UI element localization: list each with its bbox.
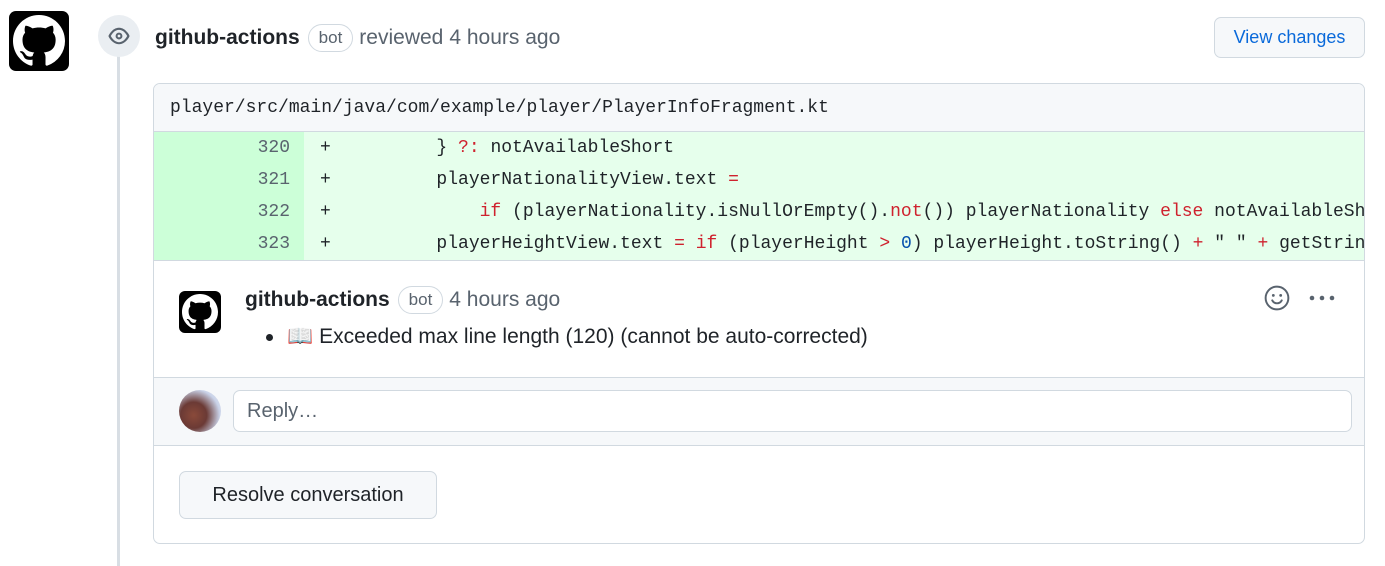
view-changes-button[interactable]: View changes <box>1214 17 1365 58</box>
line-number[interactable]: 320 <box>154 132 304 164</box>
comment-author-link[interactable]: github-actions <box>245 288 390 312</box>
comment-header: github-actions bot 4 hours ago <box>245 286 560 314</box>
code-line: playerHeightView.text = if (playerHeight… <box>350 234 1365 254</box>
review-badge <box>98 15 140 57</box>
comment-actions <box>1264 285 1336 311</box>
github-logo-icon <box>13 15 65 66</box>
diff-sign: + <box>320 138 331 158</box>
diff-hunk: 320 + } ?: notAvailableShort 321 + playe… <box>154 132 1364 260</box>
review-time[interactable]: 4 hours ago <box>449 26 560 50</box>
line-number[interactable]: 321 <box>154 164 304 196</box>
file-path[interactable]: player/src/main/java/com/example/player/… <box>154 84 1364 132</box>
add-reaction-button[interactable] <box>1264 285 1290 311</box>
list-bullet <box>266 333 273 341</box>
bot-label: bot <box>307 24 354 52</box>
code-line: if (playerNationality.isNullOrEmpty().no… <box>479 202 1365 222</box>
reply-input[interactable]: Reply… <box>233 390 1352 432</box>
resolve-conversation-button[interactable]: Resolve conversation <box>179 471 437 519</box>
github-logo-icon <box>182 294 218 330</box>
review-author-link[interactable]: github-actions <box>155 26 300 50</box>
comment-body: 📖 Exceeded max line length (120) (cannot… <box>266 325 868 349</box>
code-line: } ?: notAvailableShort <box>350 138 675 158</box>
reply-area: Reply… <box>154 377 1364 446</box>
comment-time[interactable]: 4 hours ago <box>449 288 560 312</box>
diff-sign: + <box>320 170 331 190</box>
reviewer-avatar[interactable] <box>9 11 69 71</box>
diff-line: 323 + playerHeightView.text = if (player… <box>154 228 1364 260</box>
review-comment: github-actions bot 4 hours ago 📖 Exceede… <box>154 260 1364 377</box>
diff-line: 320 + } ?: notAvailableShort <box>154 132 1364 164</box>
review-thread: player/src/main/java/com/example/player/… <box>153 83 1365 544</box>
review-header: github-actions bot reviewed 4 hours ago <box>155 24 560 52</box>
timeline-line <box>117 56 120 566</box>
line-number[interactable]: 323 <box>154 228 304 260</box>
comment-options-button[interactable] <box>1308 294 1336 302</box>
diff-sign: + <box>320 202 331 222</box>
review-action: reviewed <box>359 26 444 49</box>
code-line: playerNationalityView.text = <box>350 170 739 190</box>
diff-line: 321 + playerNationalityView.text = <box>154 164 1364 196</box>
line-number[interactable]: 322 <box>154 196 304 228</box>
diff-line: 322 + if (playerNationality.isNullOrEmpt… <box>154 196 1364 228</box>
kebab-menu-icon <box>1309 295 1335 301</box>
smiley-icon <box>1264 285 1290 311</box>
diff-sign: + <box>320 234 331 254</box>
comment-text: Exceeded max line length (120) (cannot b… <box>319 325 868 348</box>
bot-label: bot <box>397 286 444 314</box>
eye-icon <box>108 27 130 45</box>
current-user-avatar[interactable] <box>179 390 221 432</box>
comment-avatar[interactable] <box>179 291 221 333</box>
book-emoji: 📖 <box>287 325 314 348</box>
